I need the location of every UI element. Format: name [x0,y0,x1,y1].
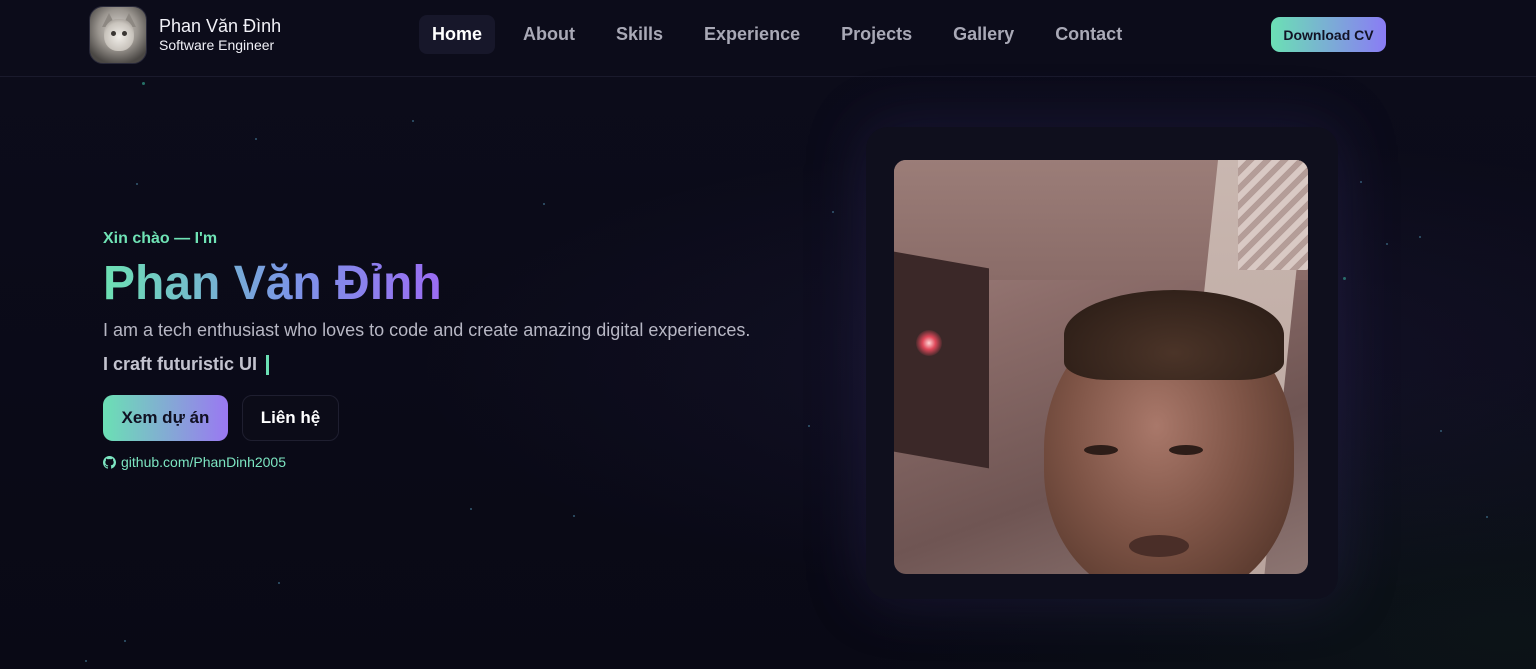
site-header: Phan Văn Đình Software Engineer Home Abo… [0,0,1536,77]
typed-text: I craft futuristic UI [103,354,258,374]
hero-greeting: Xin chào — I'm [103,230,218,247]
typed-line: I craft futuristic UI [103,354,823,375]
brand[interactable]: Phan Văn Đình Software Engineer [89,6,281,64]
view-projects-button[interactable]: Xem dự án [103,395,228,441]
hero-description: I am a tech enthusiast who loves to code… [103,320,751,340]
main-nav: Home About Skills Experience Projects Ga… [419,15,1150,54]
brand-role: Software Engineer [159,37,275,53]
github-icon [103,455,116,469]
profile-photo-frame [866,127,1338,599]
nav-item-about[interactable]: About [510,15,588,54]
profile-photo [894,160,1308,574]
brand-name: Phan Văn Đình [159,16,282,36]
download-cv-button[interactable]: Download CV [1271,17,1386,52]
page: Phan Văn Đình Software Engineer Home Abo… [0,0,1536,669]
hero-actions: Xem dự án Liên hệ [103,395,823,441]
github-link-text: github.com/PhanDinh2005 [121,454,287,470]
github-link[interactable]: github.com/PhanDinh2005 [103,454,823,470]
nav-item-gallery[interactable]: Gallery [940,15,1027,54]
nav-item-home[interactable]: Home [419,15,496,54]
nav-item-projects[interactable]: Projects [828,15,925,54]
nav-item-experience[interactable]: Experience [691,15,813,54]
contact-button[interactable]: Liên hệ [242,395,339,441]
avatar [89,6,147,64]
nav-item-skills[interactable]: Skills [603,15,676,54]
brand-text: Phan Văn Đình Software Engineer [159,16,281,54]
typing-caret [266,354,270,375]
nav-item-contact[interactable]: Contact [1042,15,1135,54]
hero-name: Phan Văn Đỉnh [103,257,442,310]
hero-section: Xin chào — I'm Phan Văn Đỉnh I am a tech… [103,230,823,470]
